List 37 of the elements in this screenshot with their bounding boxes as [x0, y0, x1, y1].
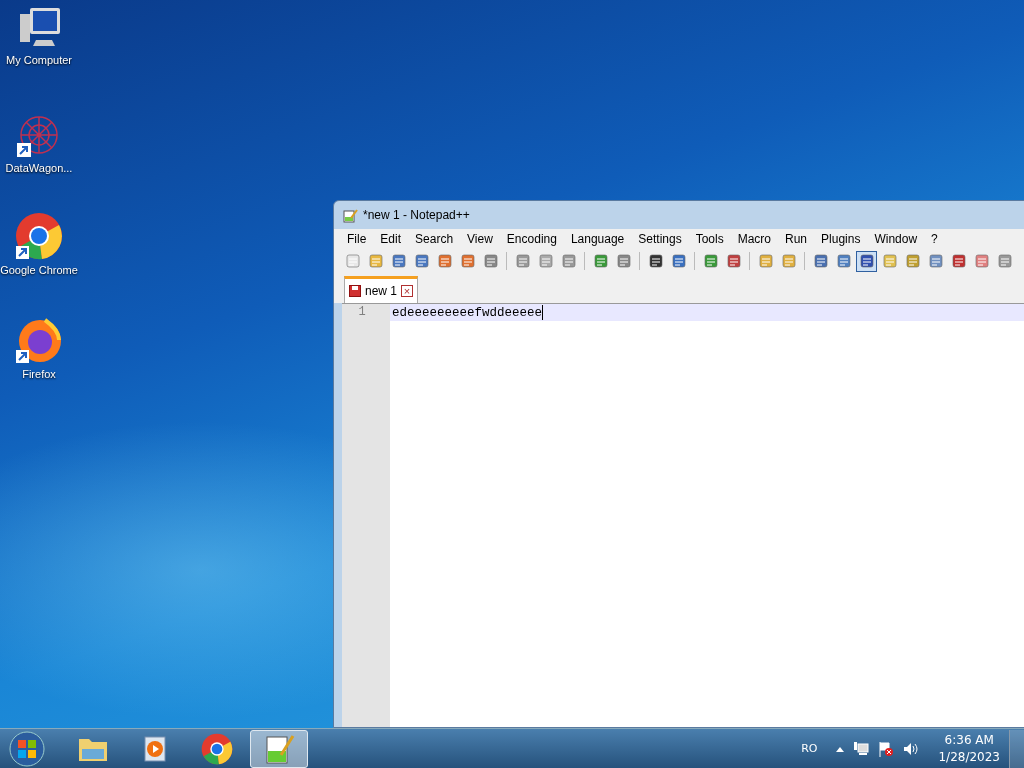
- desktop-icon-label[interactable]: Firefox: [0, 367, 81, 382]
- desktop-icon-label[interactable]: Google Chrome: [0, 263, 81, 278]
- menu-item[interactable]: View: [460, 232, 500, 246]
- line-number: 1: [342, 304, 390, 321]
- menu-item[interactable]: File: [340, 232, 374, 246]
- menu-item[interactable]: Edit: [373, 232, 409, 246]
- clock-time[interactable]: 6:36 AM: [944, 731, 994, 749]
- clock-date[interactable]: 1/28/2023: [938, 748, 1000, 766]
- desktop-icon-label[interactable]: DataWagon...: [0, 161, 81, 176]
- flag-error-icon[interactable]: [878, 740, 895, 757]
- text-editor[interactable]: 1 edeeeeeeeeefwddeeeee: [342, 303, 1024, 727]
- document-tab[interactable]: new 1 ×: [344, 276, 419, 303]
- menu-item[interactable]: Run: [778, 232, 815, 246]
- notepad-app-icon: [343, 207, 358, 223]
- toolbar-button[interactable]: [856, 250, 877, 272]
- firefox-icon[interactable]: [15, 316, 63, 364]
- menu-item[interactable]: Tools: [688, 232, 731, 246]
- network-icon[interactable]: [853, 740, 870, 757]
- menu-item[interactable]: Language: [563, 232, 632, 246]
- taskbar-button[interactable]: [250, 729, 308, 768]
- play-button-icon: [141, 734, 169, 763]
- menu-item[interactable]: Search: [408, 232, 461, 246]
- menu-item[interactable]: Window: [867, 232, 925, 246]
- menu-item[interactable]: Plugins: [814, 232, 868, 246]
- code-line: edeeeeeeeeefwddeeeee: [391, 305, 543, 320]
- language-indicator[interactable]: RO: [801, 742, 818, 755]
- desktop-icon-label[interactable]: My Computer: [0, 53, 81, 68]
- menu-item[interactable]: Macro: [730, 232, 778, 246]
- menu-item[interactable]: Settings: [631, 232, 689, 246]
- window-title: *new 1 - Notepad++: [363, 208, 470, 222]
- menu-item[interactable]: Encoding: [499, 232, 564, 246]
- menu-item[interactable]: ?: [924, 232, 945, 246]
- chrome-icon[interactable]: [15, 212, 63, 260]
- close-button[interactable]: ×: [401, 285, 414, 297]
- start-button[interactable]: [8, 729, 46, 768]
- up-triangle-icon[interactable]: [836, 745, 845, 752]
- chrome-icon: [201, 732, 233, 765]
